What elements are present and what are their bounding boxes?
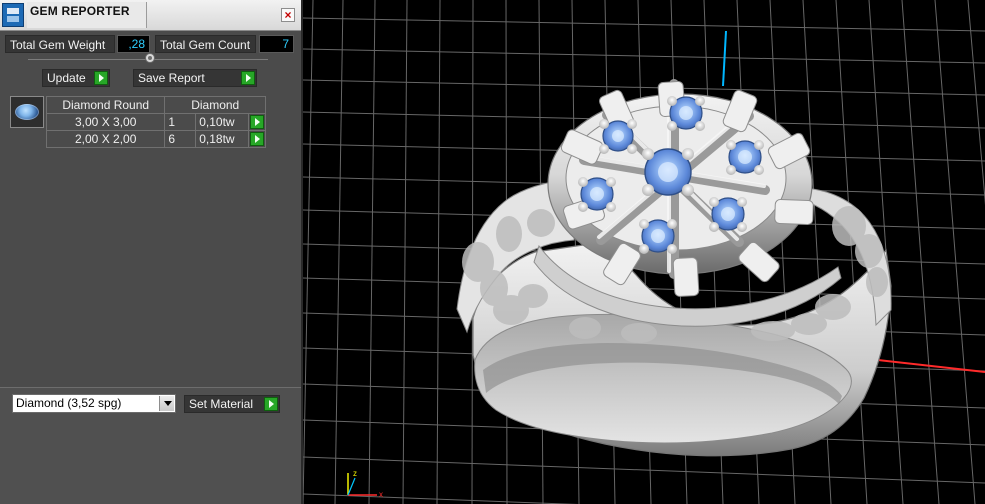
gem-upper-left: [599, 119, 637, 154]
play-icon[interactable]: [250, 132, 265, 146]
material-select[interactable]: Diamond (3,52 spg): [12, 394, 176, 413]
gem-count-cell: 1: [164, 113, 197, 131]
gem-count-cell: 6: [164, 130, 197, 148]
set-material-button-label: Set Material: [189, 397, 254, 411]
play-icon[interactable]: [250, 115, 265, 129]
gem-reporter-panel: GEM REPORTER × Total Gem Weight ,28 Tota…: [0, 0, 303, 504]
play-icon: [241, 71, 255, 85]
total-gem-count-value: 7: [259, 35, 294, 53]
axis-indicator: z x: [347, 469, 383, 499]
chevron-down-icon[interactable]: [159, 396, 174, 411]
gem-thumbnail-icon: [10, 96, 44, 128]
gem-bottom: [639, 219, 677, 254]
close-icon[interactable]: ×: [281, 8, 295, 22]
gem-material-header: Diamond: [164, 96, 266, 114]
svg-text:x: x: [379, 490, 383, 499]
save-report-button-label: Save Report: [138, 71, 205, 85]
save-report-button[interactable]: Save Report: [133, 69, 257, 87]
svg-text:z: z: [353, 469, 357, 478]
app-icon: [2, 3, 24, 27]
gem-center: [642, 148, 694, 196]
gem-lower-left: [578, 177, 616, 212]
total-gem-weight-label: Total Gem Weight: [5, 35, 115, 53]
row-action-cell[interactable]: [248, 130, 266, 148]
gem-lower-right: [709, 197, 747, 232]
gem-size-cell: 2,00 X 2,00: [45, 130, 166, 148]
update-button-label: Update: [47, 71, 86, 85]
total-gem-count-label: Total Gem Count: [155, 35, 256, 53]
panel-titlebar: GEM REPORTER ×: [0, 0, 301, 31]
table-row: 2,00 X 2,00 6 0,18tw: [45, 130, 266, 148]
gem-upper-right: [726, 140, 764, 175]
gem-table-header-row: Diamond Round Diamond: [45, 96, 266, 114]
material-select-value: Diamond (3,52 spg): [16, 396, 122, 410]
app-root: GEM REPORTER × Total Gem Weight ,28 Tota…: [0, 0, 985, 504]
play-icon: [264, 397, 278, 411]
panel-title: GEM REPORTER: [30, 4, 130, 18]
splitter-handle-icon[interactable]: [145, 53, 155, 63]
3d-viewport[interactable]: z x: [303, 0, 985, 504]
y-axis-line: [722, 30, 727, 87]
total-gem-weight-value: ,28: [117, 35, 150, 53]
gem-top: [667, 96, 705, 131]
viewport-canvas[interactable]: z x: [303, 0, 985, 504]
table-row: 3,00 X 3,00 1 0,10tw: [45, 113, 266, 131]
gem-weight-cell: 0,10tw: [195, 113, 250, 131]
set-material-button[interactable]: Set Material: [184, 395, 280, 413]
update-button[interactable]: Update: [42, 69, 110, 87]
gem-shape-header: Diamond Round: [45, 96, 166, 114]
gem-table: Diamond Round Diamond 3,00 X 3,00 1 0,10…: [45, 96, 266, 148]
gem-weight-cell: 0,18tw: [195, 130, 250, 148]
play-icon: [94, 71, 108, 85]
gem-size-cell: 3,00 X 3,00: [45, 113, 166, 131]
row-action-cell[interactable]: [248, 113, 266, 131]
